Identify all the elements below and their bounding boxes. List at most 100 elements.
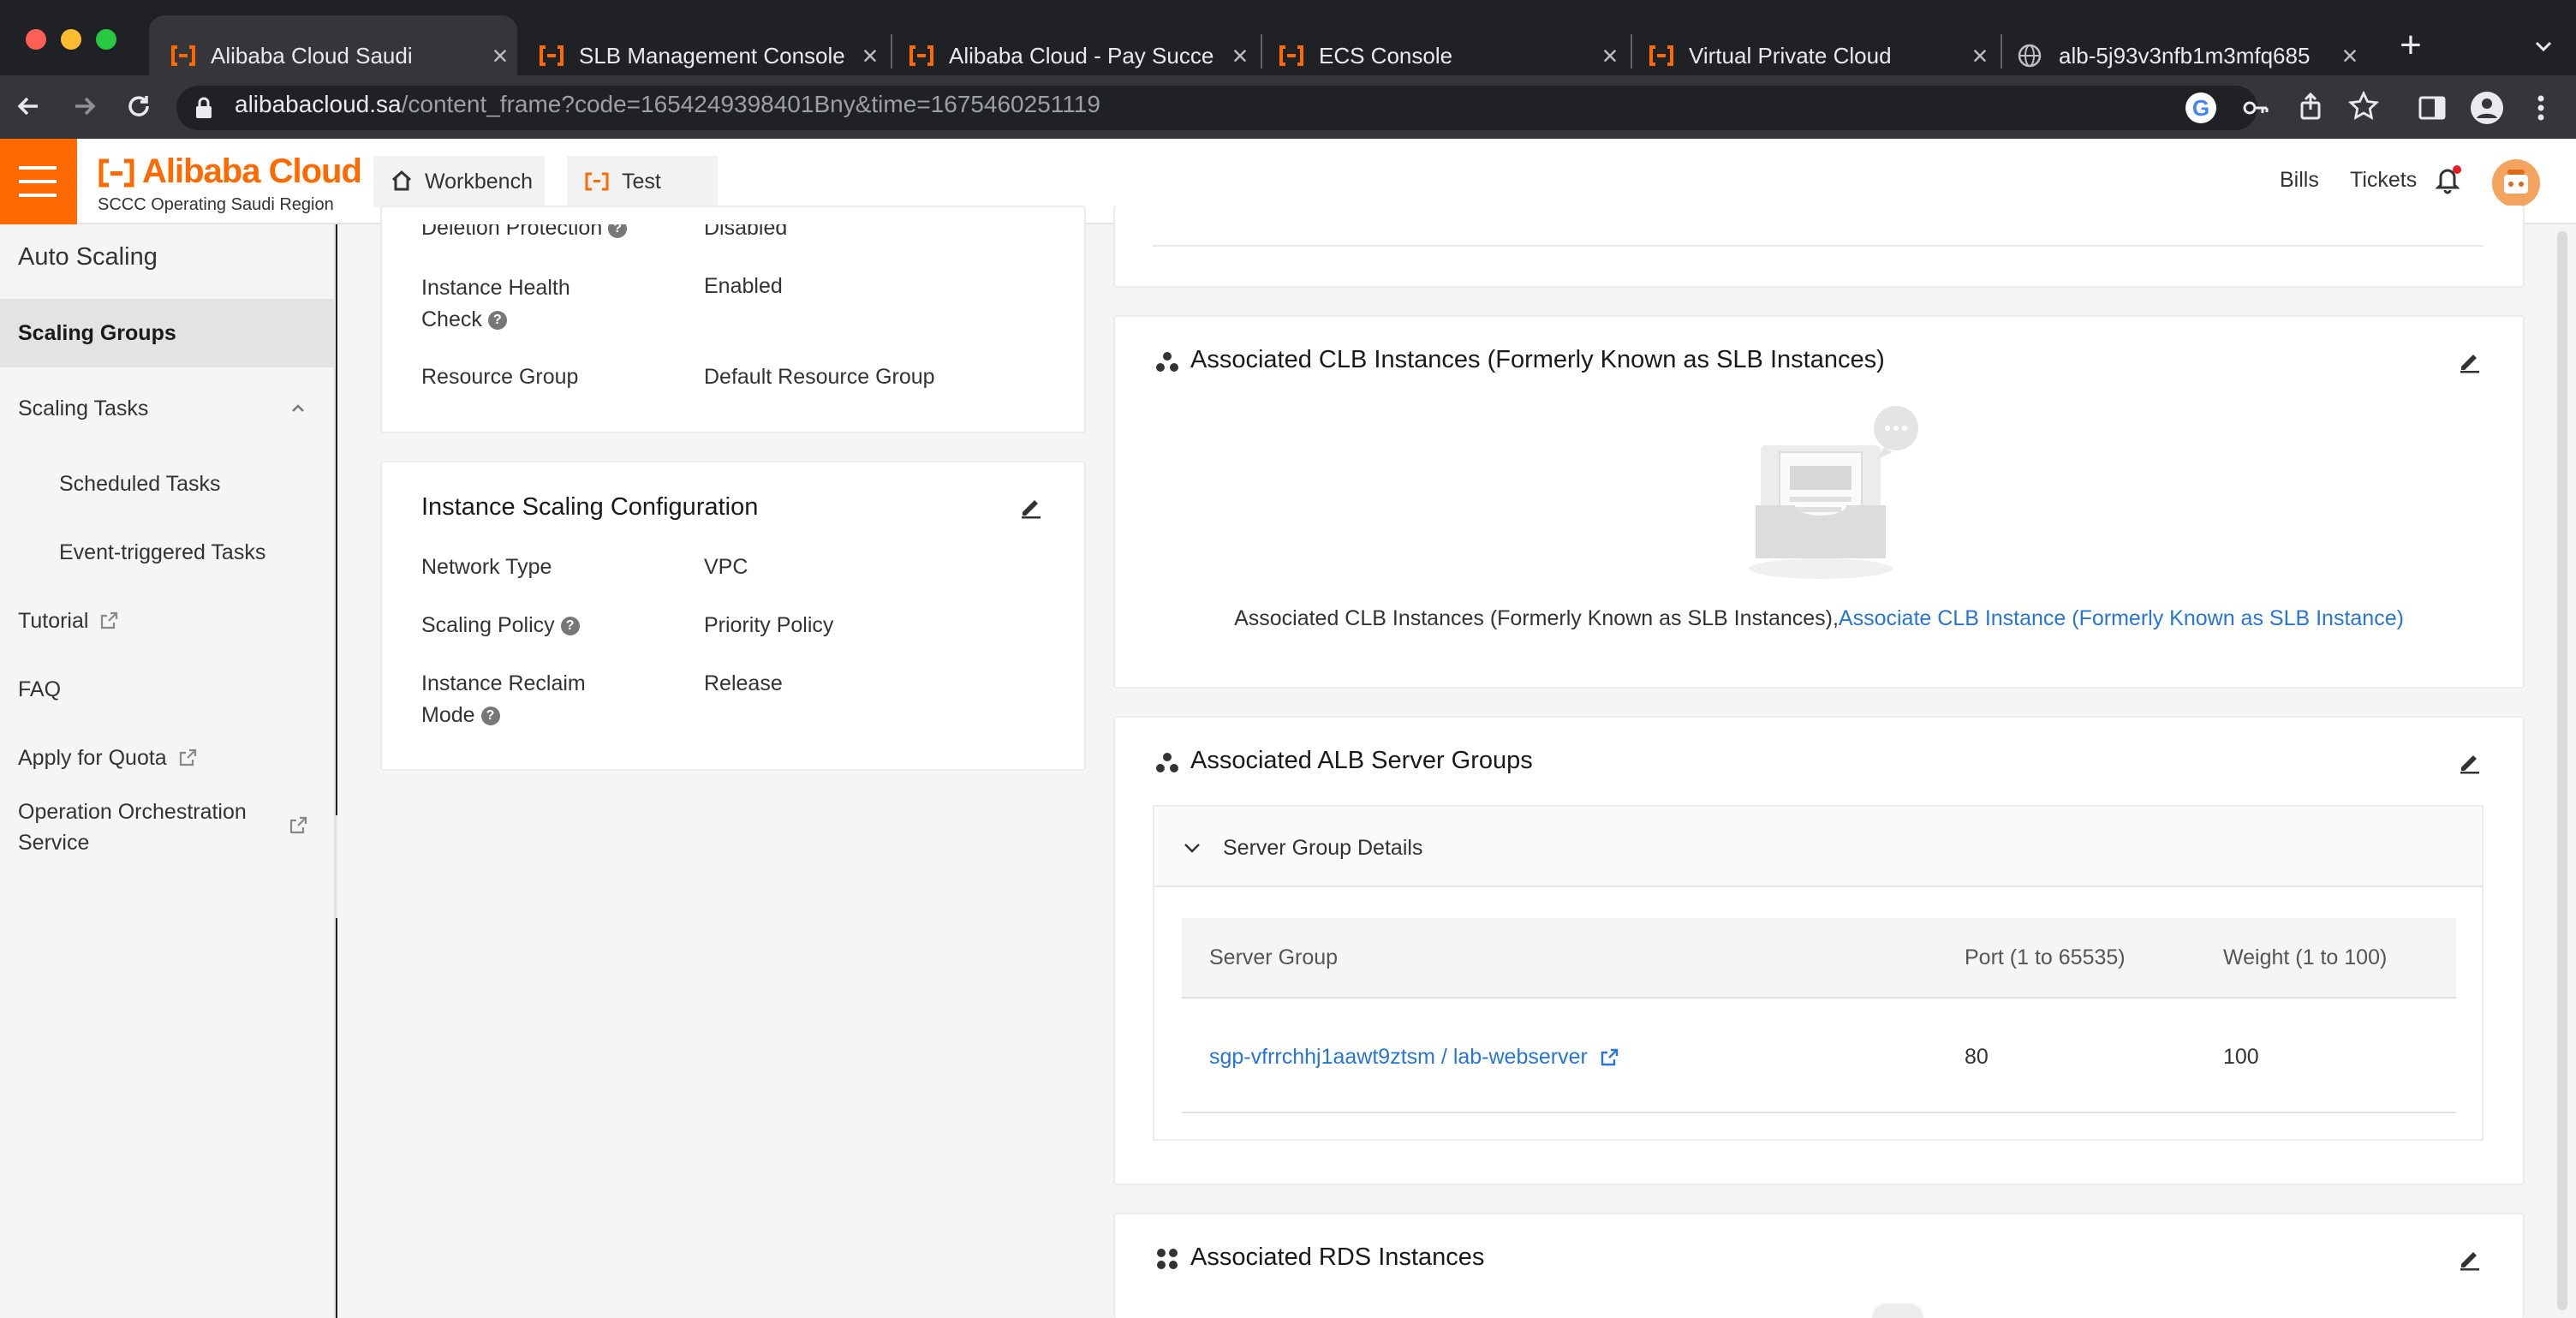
- alibaba-cloud-logo[interactable]: Alibaba Cloud: [142, 152, 362, 191]
- weight-cell: 100: [2223, 1045, 2259, 1069]
- edit-pencil-icon[interactable]: [2458, 349, 2482, 373]
- browser-menu-icon[interactable]: [2528, 91, 2554, 125]
- reload-icon[interactable]: [122, 89, 156, 123]
- workbench-button[interactable]: Workbench: [373, 156, 545, 207]
- close-tab-icon[interactable]: ×: [853, 40, 887, 72]
- sidebar-item-scheduled-tasks[interactable]: Scheduled Tasks: [0, 450, 336, 518]
- bills-link[interactable]: Bills: [2280, 168, 2319, 193]
- chevron-up-icon[interactable]: [286, 397, 310, 420]
- empty-illustration-partial: [1872, 1303, 1923, 1318]
- notification-bell-icon[interactable]: [2432, 164, 2463, 195]
- alibaba-favicon-icon: [1278, 44, 1305, 68]
- url-path: /content_frame?code=1654249398401Bny&tim…: [401, 91, 1100, 117]
- tickets-link[interactable]: Tickets: [2350, 168, 2417, 193]
- associate-clb-link[interactable]: Associate CLB Instance (Formerly Known a…: [1839, 606, 2404, 630]
- sidebar-item-scaling-groups[interactable]: Scaling Groups: [0, 299, 336, 367]
- close-tab-icon[interactable]: ×: [1223, 40, 1257, 72]
- bookmark-star-icon[interactable]: [2347, 90, 2380, 122]
- edit-pencil-icon[interactable]: [2458, 750, 2482, 774]
- empty-inbox-illustration: [1738, 404, 1927, 584]
- field-value: Release: [704, 671, 783, 695]
- sidebar-title: Auto Scaling: [18, 243, 158, 271]
- logo-bracket-icon: [98, 158, 135, 188]
- external-link-icon: [98, 611, 119, 631]
- field-label: Instance Reclaim Mode ?: [421, 671, 586, 727]
- edit-pencil-icon[interactable]: [1019, 495, 1043, 519]
- server-group-link[interactable]: sgp-vfrrchhj1aawt9ztsm / lab-webserver: [1209, 1045, 1619, 1070]
- close-tab-icon[interactable]: ×: [483, 40, 517, 72]
- sidebar-item-operation-orchestration-service[interactable]: Operation Orchestration Service: [18, 796, 283, 858]
- card-title: Instance Scaling Configuration: [421, 493, 759, 521]
- external-link-icon: [177, 748, 198, 768]
- scrollbar-thumb[interactable]: [2557, 231, 2567, 1310]
- project-button[interactable]: Test: [567, 156, 718, 207]
- sidebar-item-apply-for-quota[interactable]: Apply for Quota: [0, 724, 336, 792]
- alibaba-favicon-icon: [538, 44, 565, 68]
- sidebar-item-scaling-tasks[interactable]: Scaling Tasks: [0, 374, 336, 443]
- lock-icon[interactable]: [194, 96, 214, 120]
- field-value: Enabled: [704, 274, 783, 298]
- sidebar-item-faq[interactable]: FAQ: [0, 655, 336, 724]
- new-tab-button[interactable]: +: [2389, 24, 2432, 67]
- close-tab-icon[interactable]: ×: [2333, 40, 2367, 72]
- url-text[interactable]: alibabacloud.sa/content_frame?code=16542…: [235, 91, 1100, 118]
- side-panel-icon[interactable]: [2417, 92, 2448, 123]
- hamburger-menu-icon[interactable]: [0, 139, 77, 224]
- close-tab-icon[interactable]: ×: [1963, 40, 1997, 72]
- sidebar-item-tutorial[interactable]: Tutorial: [0, 587, 336, 655]
- google-icon[interactable]: G: [2185, 92, 2216, 123]
- share-icon[interactable]: [2295, 91, 2326, 122]
- card-title: Associated ALB Server Groups: [1190, 747, 1533, 774]
- close-tab-icon[interactable]: ×: [1593, 40, 1627, 72]
- card-title: Associated RDS Instances: [1190, 1243, 1485, 1271]
- tab-separator: [1261, 34, 1262, 69]
- field-label: Resource Group: [421, 365, 579, 389]
- home-icon: [391, 170, 413, 194]
- field-label: Scaling Policy ?: [421, 613, 580, 638]
- external-link-icon: [288, 815, 308, 836]
- back-arrow-icon[interactable]: [12, 89, 46, 123]
- region-label: SCCC Operating Saudi Region: [98, 195, 334, 214]
- card-title: Associated CLB Instances (Formerly Known…: [1190, 346, 1885, 373]
- url-host: alibabacloud.sa: [235, 91, 402, 117]
- cluster-icon: [1154, 349, 1180, 373]
- field-value: Priority Policy: [704, 613, 834, 637]
- external-link-icon: [1599, 1047, 1619, 1068]
- field-value: VPC: [704, 555, 748, 579]
- user-avatar[interactable]: [2492, 159, 2540, 207]
- column-header: Weight (1 to 100): [2223, 945, 2388, 969]
- field-label: Network Type: [421, 555, 552, 579]
- alibaba-favicon-icon: [1648, 44, 1675, 68]
- alibaba-favicon-icon: [908, 44, 935, 68]
- forward-arrow-icon[interactable]: [67, 89, 101, 123]
- chevron-down-icon[interactable]: [1180, 836, 1204, 860]
- help-icon[interactable]: ?: [480, 707, 500, 726]
- close-window-button[interactable]: [26, 29, 46, 50]
- rds-icon: [1154, 1247, 1180, 1271]
- sidebar-item-event-triggered-tasks[interactable]: Event-triggered Tasks: [0, 518, 336, 587]
- column-header: Port (1 to 65535): [1965, 945, 2126, 969]
- divider: [1153, 245, 2484, 247]
- tab-search-chevron-icon[interactable]: [2526, 29, 2561, 63]
- profile-icon[interactable]: [2470, 91, 2504, 125]
- port-cell: 80: [1965, 1045, 1989, 1069]
- details-label[interactable]: Server Group Details: [1223, 836, 1422, 861]
- help-icon[interactable]: ?: [487, 311, 507, 331]
- alibaba-bracket-icon: [584, 171, 610, 192]
- maximize-window-button[interactable]: [96, 29, 116, 50]
- tab-separator: [1631, 34, 1632, 69]
- tab-separator: [2001, 34, 2002, 69]
- field-value: Default Resource Group: [704, 365, 935, 389]
- globe-icon: [2018, 44, 2045, 68]
- help-icon[interactable]: ?: [560, 617, 580, 636]
- edit-pencil-icon[interactable]: [2458, 1247, 2482, 1271]
- minimize-window-button[interactable]: [61, 29, 81, 50]
- field-label: Instance Health Check ?: [421, 276, 570, 331]
- cluster-icon: [1154, 750, 1180, 774]
- column-header: Server Group: [1209, 945, 1339, 969]
- tab-separator: [891, 34, 892, 69]
- clb-empty-text: Associated CLB Instances (Formerly Known…: [1234, 606, 2404, 630]
- alibaba-favicon-icon: [170, 44, 197, 68]
- key-icon[interactable]: [2240, 92, 2271, 123]
- top-right-card: [1113, 206, 2525, 288]
